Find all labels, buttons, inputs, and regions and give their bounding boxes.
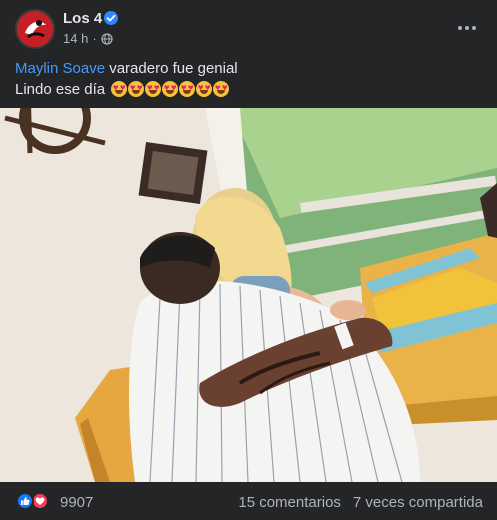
comments-count[interactable]: 15 comentarios bbox=[238, 494, 341, 511]
heart-eyes-emoji bbox=[196, 81, 213, 97]
meta-separator: · bbox=[92, 31, 97, 46]
post-text-rest: varadero fue genial bbox=[105, 60, 238, 77]
reaction-count[interactable]: 9907 bbox=[60, 494, 93, 511]
post-text-line-2-text: Lindo ese día bbox=[15, 81, 106, 98]
post-text-line-1: Maylin Soave varadero fue genial bbox=[15, 58, 485, 79]
post-footer: 9907 15 comentarios 7 veces compartida bbox=[0, 482, 497, 520]
post-text: Maylin Soave varadero fue genial Lindo e… bbox=[15, 58, 485, 100]
heart-eyes-emoji bbox=[128, 81, 145, 97]
heart-eyes-emoji bbox=[145, 81, 162, 97]
emoji-row bbox=[111, 81, 230, 97]
heart-eyes-emoji bbox=[162, 81, 179, 97]
post-timestamp[interactable]: 14 h bbox=[63, 31, 88, 46]
heart-eyes-emoji bbox=[213, 81, 230, 97]
photo-scene bbox=[0, 108, 497, 482]
page-avatar[interactable] bbox=[15, 9, 55, 49]
post-stats: 15 comentarios 7 veces compartida bbox=[238, 494, 483, 511]
heart-eyes-emoji bbox=[111, 81, 128, 97]
avatar-logo-icon bbox=[17, 11, 53, 47]
like-reaction-icon bbox=[16, 492, 34, 510]
facebook-post: Los 4 14 h · Maylin Soave varadero fue g… bbox=[0, 0, 497, 520]
post-meta: 14 h · bbox=[63, 31, 113, 46]
post-header: Los 4 14 h · bbox=[0, 0, 497, 55]
post-text-line-2: Lindo ese día bbox=[15, 79, 485, 100]
globe-icon bbox=[101, 32, 113, 45]
heart-eyes-emoji bbox=[179, 81, 196, 97]
more-options-icon[interactable] bbox=[451, 12, 483, 44]
mention-link[interactable]: Maylin Soave bbox=[15, 60, 105, 77]
page-name[interactable]: Los 4 bbox=[63, 10, 102, 27]
reaction-icons[interactable] bbox=[16, 492, 49, 510]
verified-badge-icon bbox=[104, 11, 118, 25]
shares-count[interactable]: 7 veces compartida bbox=[353, 494, 483, 511]
post-photo[interactable] bbox=[0, 108, 497, 482]
